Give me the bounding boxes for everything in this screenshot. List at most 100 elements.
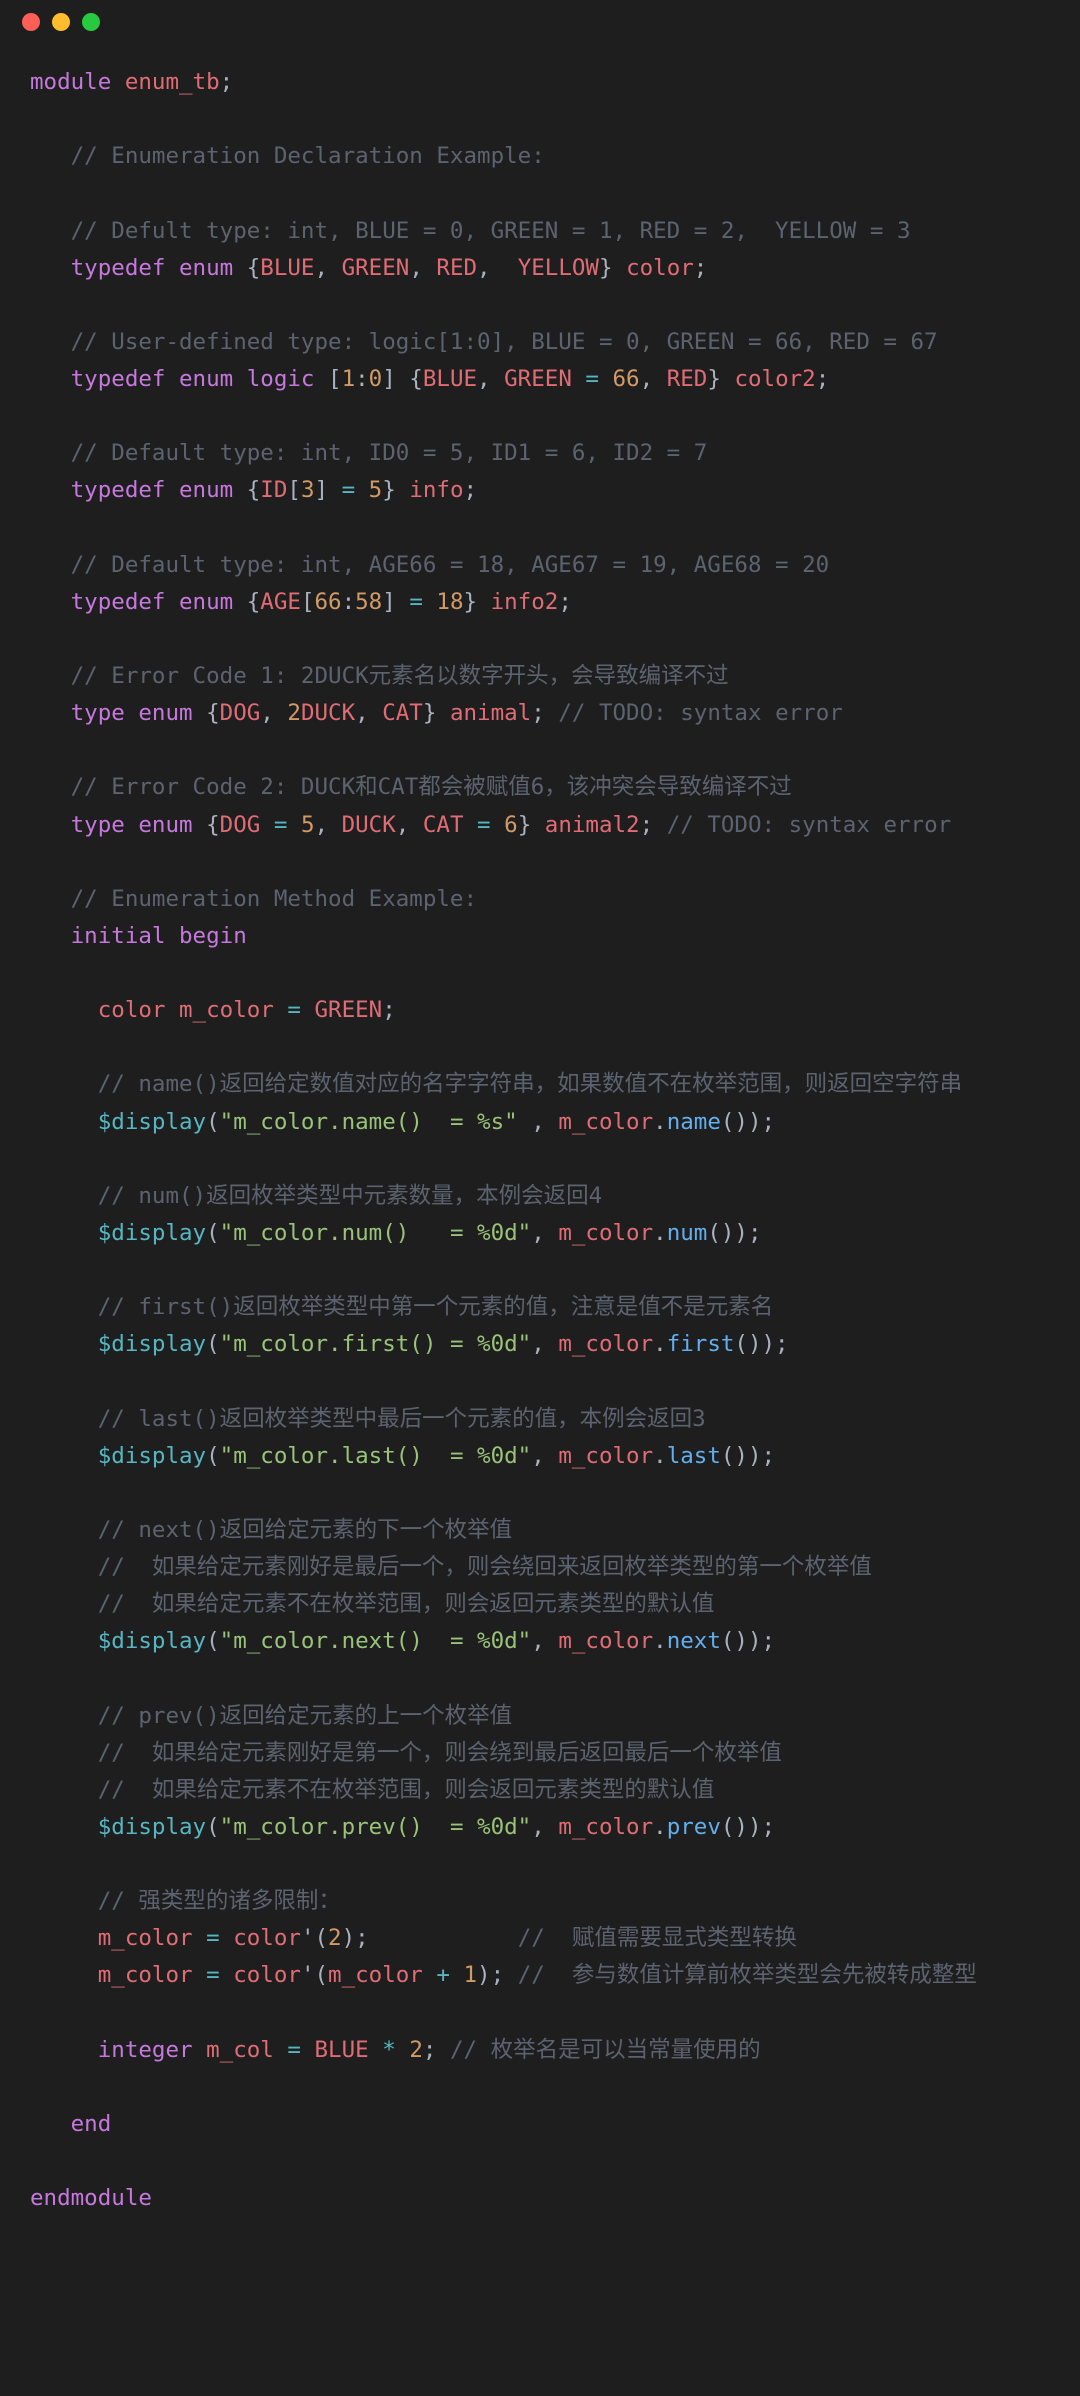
token-ident: info [409, 477, 463, 503]
token-kw: enum [179, 255, 233, 281]
token-ident: m_color [558, 1109, 653, 1135]
token-builtin: $display [98, 1628, 206, 1654]
token-num: 0 [369, 366, 383, 392]
close-icon[interactable] [22, 13, 40, 31]
token-punct [165, 366, 179, 392]
token-punct: ()); [721, 1443, 775, 1469]
token-punct: } [518, 812, 545, 838]
token-punct [30, 1554, 98, 1580]
token-ident: animal [450, 700, 531, 726]
token-comment: // 赋值需要显式类型转换 [518, 1925, 797, 1951]
code-line: // first()返回枚举类型中第一个元素的值，注意是值不是元素名 [30, 1289, 1050, 1326]
token-punct [30, 700, 71, 726]
token-kw: module [30, 69, 111, 95]
token-punct: ()); [721, 1814, 775, 1840]
token-num: 2 [287, 700, 301, 726]
token-comment: // Default type: int, ID0 = 5, ID1 = 6, … [71, 440, 708, 466]
token-punct [599, 366, 613, 392]
code-line [30, 1029, 1050, 1066]
token-punct [30, 1888, 98, 1914]
token-num: 6 [504, 812, 518, 838]
token-punct: } [464, 589, 491, 615]
code-line [30, 1846, 1050, 1883]
token-str: "m_color.name() = %s" [220, 1109, 518, 1135]
token-punct: ] { [382, 366, 423, 392]
code-line: m_color = color'(2); // 赋值需要显式类型转换 [30, 1920, 1050, 1957]
token-num: 1 [464, 1962, 478, 1988]
token-kw: type [71, 812, 125, 838]
code-line [30, 101, 1050, 138]
token-ident: m_color [558, 1628, 653, 1654]
token-punct [450, 1962, 464, 1988]
code-line: // 如果给定元素刚好是最后一个，则会绕回来返回枚举类型的第一个枚举值 [30, 1549, 1050, 1586]
token-punct [30, 2111, 71, 2137]
token-punct [165, 923, 179, 949]
code-window: module enum_tb; // Enumeration Declarati… [0, 0, 1080, 2257]
token-ident: AGE [260, 589, 301, 615]
token-comment: // num()返回枚举类型中元素数量，本例会返回4 [98, 1183, 602, 1209]
token-punct: { [193, 812, 220, 838]
token-kw: endmodule [30, 2185, 152, 2211]
token-punct [423, 589, 437, 615]
code-editor[interactable]: module enum_tb; // Enumeration Declarati… [0, 44, 1080, 2257]
token-punct: } [599, 255, 626, 281]
token-punct [287, 812, 301, 838]
token-punct: ; [694, 255, 708, 281]
token-comment: // Enumeration Declaration Example: [71, 143, 545, 169]
token-punct [233, 366, 247, 392]
token-punct: ()); [721, 1628, 775, 1654]
token-func: num [667, 1220, 708, 1246]
token-num: 2 [409, 2037, 423, 2063]
token-punct: . [653, 1220, 667, 1246]
token-kw: type [71, 700, 125, 726]
token-punct [30, 1294, 98, 1320]
maximize-icon[interactable] [82, 13, 100, 31]
token-ident: BLUE [423, 366, 477, 392]
token-builtin: $display [98, 1331, 206, 1357]
token-num: 18 [436, 589, 463, 615]
token-punct: . [653, 1331, 667, 1357]
token-punct [369, 2037, 383, 2063]
token-kw: typedef [71, 589, 166, 615]
token-ident: m_color [558, 1220, 653, 1246]
token-num: 3 [301, 477, 315, 503]
token-comment: // 强类型的诸多限制： [98, 1888, 341, 1914]
token-ident: GREEN [504, 366, 572, 392]
code-line: // Defult type: int, BLUE = 0, GREEN = 1… [30, 213, 1050, 250]
token-punct: , [531, 1814, 558, 1840]
token-op: = [477, 812, 491, 838]
token-ident: CAT [382, 700, 423, 726]
code-line [30, 287, 1050, 324]
code-line: // 如果给定元素不在枚举范围，则会返回元素类型的默认值 [30, 1772, 1050, 1809]
token-punct [30, 2037, 98, 2063]
code-line [30, 2143, 1050, 2180]
token-punct [30, 552, 71, 578]
code-line: $display("m_color.prev() = %0d", m_color… [30, 1809, 1050, 1846]
token-punct [193, 2037, 207, 2063]
token-op: = [206, 1962, 220, 1988]
token-op: = [342, 477, 356, 503]
token-punct [220, 1925, 234, 1951]
token-builtin: $display [98, 1443, 206, 1469]
token-ident: color [98, 997, 166, 1023]
token-comment: // Enumeration Method Example: [71, 886, 477, 912]
token-punct [30, 366, 71, 392]
code-line: endmodule [30, 2180, 1050, 2217]
token-punct: } [423, 700, 450, 726]
token-punct [193, 1925, 207, 1951]
token-ident: RED [436, 255, 477, 281]
code-line: $display("m_color.first() = %0d", m_colo… [30, 1326, 1050, 1363]
token-kw: logic [247, 366, 315, 392]
token-punct: ; [640, 812, 667, 838]
token-op: = [206, 1925, 220, 1951]
token-punct: ()); [707, 1220, 761, 1246]
token-punct [423, 1962, 437, 1988]
token-ident: RED [667, 366, 708, 392]
minimize-icon[interactable] [52, 13, 70, 31]
token-punct [30, 440, 71, 466]
token-num: 5 [301, 812, 315, 838]
token-punct [30, 1591, 98, 1617]
token-ident: color2 [734, 366, 815, 392]
token-punct [30, 1406, 98, 1432]
token-ident: GREEN [314, 997, 382, 1023]
